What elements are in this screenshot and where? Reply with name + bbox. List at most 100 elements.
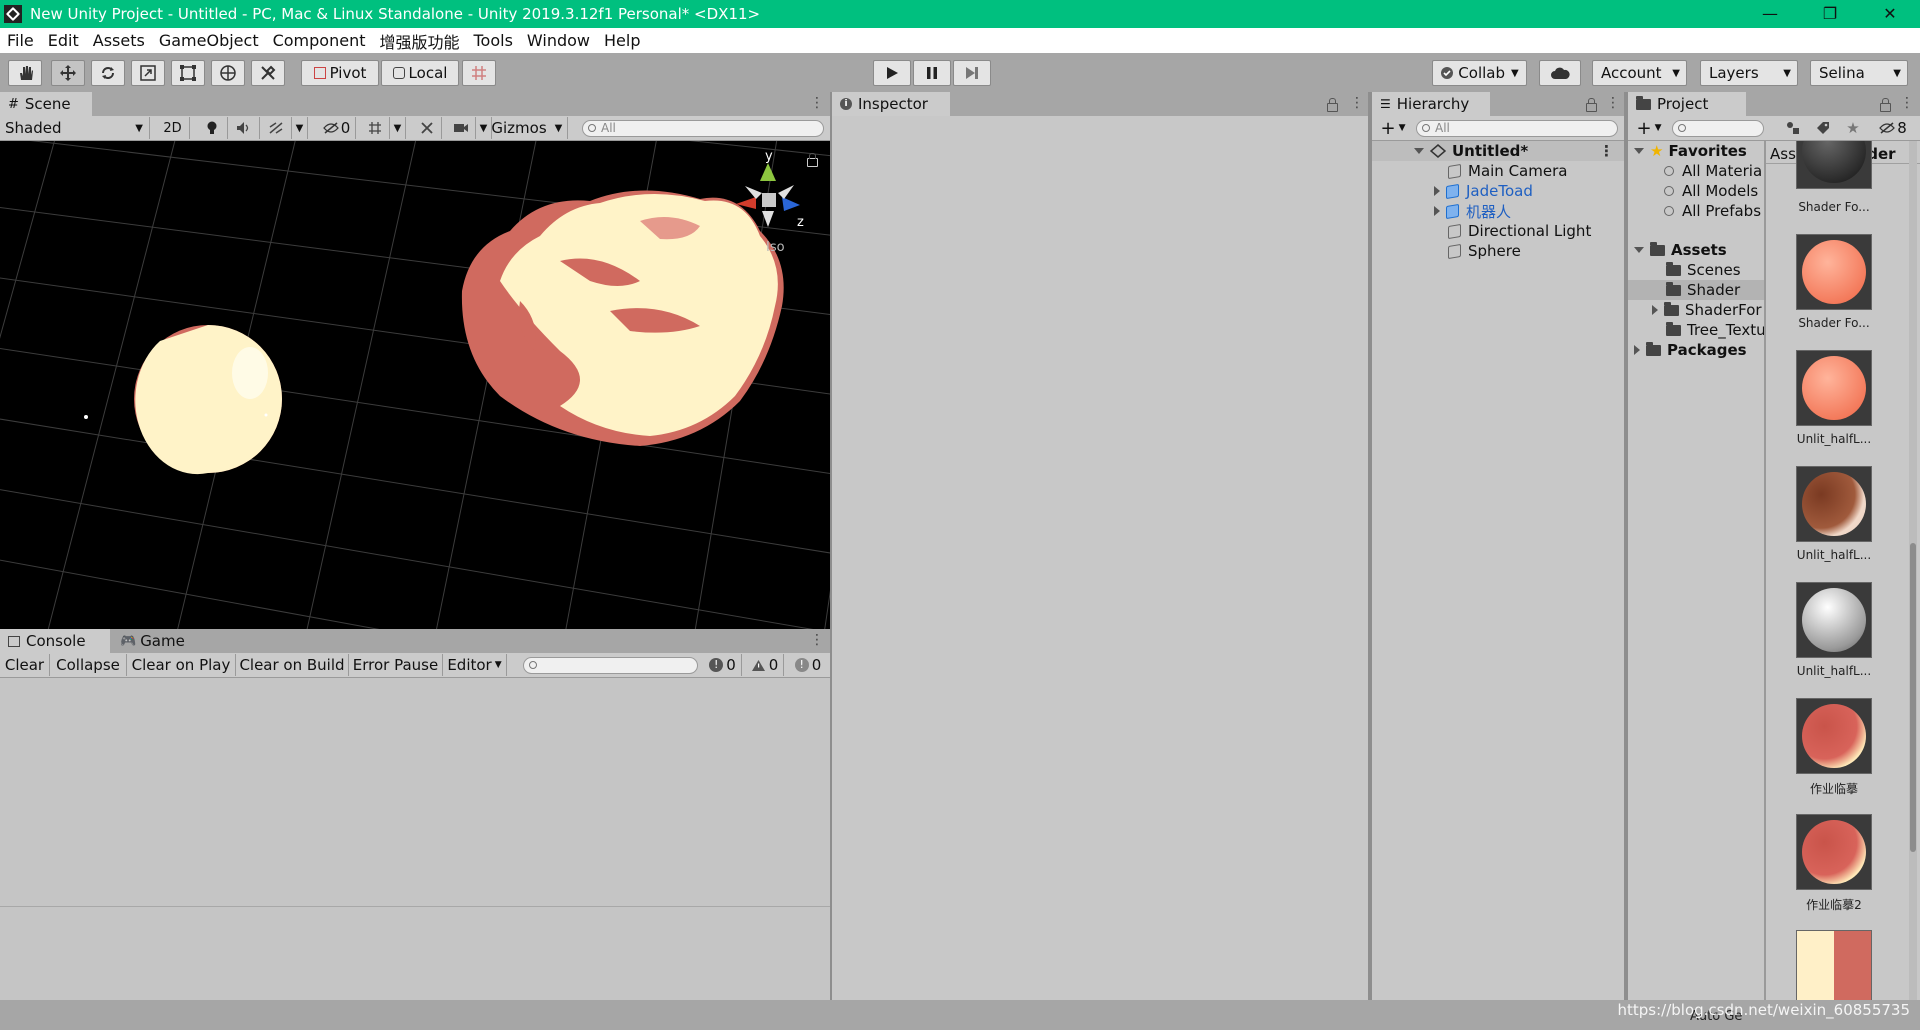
account-dropdown[interactable]: Account ▼ (1592, 60, 1687, 86)
tab-project[interactable]: Project (1628, 92, 1746, 116)
create-dropdown[interactable]: + ▼ (1376, 117, 1410, 139)
scale-tool-button[interactable] (131, 60, 165, 86)
clear-button[interactable]: Clear (0, 654, 50, 676)
asset-thumb-3[interactable] (1796, 466, 1872, 542)
asset-thumb-0[interactable] (1796, 141, 1872, 189)
cloud-button[interactable] (1539, 60, 1581, 86)
project-search-input[interactable] (1672, 120, 1764, 137)
local-toggle-button[interactable]: Local (381, 60, 459, 86)
expand-arrow-icon[interactable] (1414, 148, 1424, 154)
pause-button[interactable] (913, 60, 951, 86)
gizmos-arrow[interactable]: ▼ (550, 117, 568, 139)
transform-tool-button[interactable] (211, 60, 245, 86)
tab-game[interactable]: 🎮 Game (112, 629, 212, 653)
clear-on-play-button[interactable]: Clear on Play (127, 654, 236, 676)
shading-mode-dropdown[interactable]: Shaded ▼ (0, 117, 150, 139)
scene-menu-icon[interactable]: ⋮ (810, 95, 824, 111)
layers-dropdown[interactable]: Layers ▼ (1700, 60, 1798, 86)
asset-thumb-5[interactable] (1796, 698, 1872, 774)
collapse-button[interactable]: Collapse (50, 654, 127, 676)
tab-console[interactable]: Console (0, 629, 110, 653)
folder-shader[interactable]: Shader (1628, 280, 1764, 300)
console-menu-icon[interactable]: ⋮ (810, 632, 824, 648)
jadetoad-object[interactable] (461, 190, 784, 446)
console-search-input[interactable] (523, 657, 698, 674)
inspector-menu-icon[interactable]: ⋮ (1350, 95, 1364, 111)
camera-toggle[interactable] (446, 117, 476, 139)
inspector-lock-icon[interactable] (1327, 98, 1338, 112)
scene-tools-toggle[interactable] (412, 117, 442, 139)
tab-scene[interactable]: # Scene (0, 92, 92, 116)
hierarchy-menu-icon[interactable]: ⋮ (1606, 95, 1620, 111)
expand-arrow-icon[interactable] (1434, 186, 1440, 196)
scrollbar-thumb[interactable] (1910, 543, 1916, 852)
pivot-toggle-button[interactable]: Pivot (301, 60, 379, 86)
scene-row-menu-icon[interactable]: ⋮ (1599, 142, 1614, 160)
lighting-toggle-button[interactable] (196, 117, 228, 139)
hierarchy-item-main-camera[interactable]: Main Camera (1448, 161, 1567, 181)
favorites-node[interactable]: ★ Favorites (1634, 141, 1747, 161)
hierarchy-item-sphere[interactable]: Sphere (1448, 241, 1521, 261)
error-pause-button[interactable]: Error Pause (349, 654, 443, 676)
projection-label[interactable]: Iso (766, 240, 785, 255)
packages-node[interactable]: Packages (1634, 340, 1747, 360)
rect-tool-button[interactable] (171, 60, 205, 86)
folder-scenes[interactable]: Scenes (1666, 260, 1741, 280)
rotate-tool-button[interactable] (91, 60, 125, 86)
favorite-all-prefabs[interactable]: All Prefabs (1664, 201, 1761, 221)
expand-arrow-icon[interactable] (1434, 206, 1440, 216)
folder-tree-textures[interactable]: Tree_Textu (1666, 320, 1764, 340)
scene-root-row[interactable]: Untitled* ⋮ (1372, 141, 1624, 161)
step-button[interactable] (953, 60, 991, 86)
audio-toggle-button[interactable] (228, 117, 260, 139)
menu-help[interactable]: Help (597, 31, 647, 50)
expand-arrow-icon[interactable] (1634, 345, 1640, 355)
hidden-objects-toggle[interactable]: 0 (318, 117, 356, 139)
tab-hierarchy[interactable]: ☰ Hierarchy (1372, 92, 1490, 116)
maximize-button[interactable]: ❐ (1800, 0, 1860, 28)
move-tool-button[interactable] (51, 60, 85, 86)
info-filter-toggle[interactable]: ! 0 (704, 654, 742, 676)
layout-dropdown[interactable]: Selina ▼ (1810, 60, 1908, 86)
favorites-filter-button[interactable]: ★ (1838, 117, 1868, 139)
favorite-all-models[interactable]: All Models (1664, 181, 1758, 201)
scene-search-input[interactable]: All (582, 120, 824, 137)
scene-grid-toggle[interactable] (360, 117, 390, 139)
search-by-type-button[interactable] (1778, 117, 1808, 139)
menu-gameobject[interactable]: GameObject (152, 31, 266, 50)
expand-arrow-icon[interactable] (1634, 247, 1644, 253)
hierarchy-search-input[interactable]: All (1416, 120, 1618, 137)
2d-toggle-button[interactable]: 2D (156, 117, 190, 139)
tab-inspector[interactable]: i Inspector (832, 92, 950, 116)
menu-tools[interactable]: Tools (467, 31, 520, 50)
expand-arrow-icon[interactable] (1634, 148, 1644, 154)
project-scrollbar[interactable] (1909, 141, 1917, 1000)
hierarchy-lock-icon[interactable] (1586, 98, 1597, 112)
favorite-all-materials[interactable]: All Materia (1664, 161, 1762, 181)
asset-thumb-7[interactable] (1796, 930, 1872, 1000)
grid-snap-button[interactable] (462, 60, 496, 86)
hierarchy-item-jadetoad[interactable]: JadeToad (1434, 181, 1533, 201)
hand-tool-button[interactable] (8, 60, 42, 86)
gizmos-dropdown[interactable]: Gizmos (488, 117, 550, 139)
scene-viewport[interactable]: y z Iso (0, 141, 830, 629)
play-button[interactable] (873, 60, 911, 86)
grid-dropdown[interactable]: ▼ (390, 117, 406, 139)
asset-thumb-2[interactable] (1796, 350, 1872, 426)
error-filter-toggle[interactable]: ! 0 (788, 654, 828, 676)
gizmo-lock-icon[interactable] (807, 153, 818, 167)
search-by-label-button[interactable] (1808, 117, 1838, 139)
assets-node[interactable]: Assets (1634, 240, 1727, 260)
asset-thumb-6[interactable] (1796, 814, 1872, 890)
project-menu-icon[interactable]: ⋮ (1900, 95, 1914, 111)
menu-file[interactable]: File (0, 31, 41, 50)
hierarchy-item-directional-light[interactable]: Directional Light (1448, 221, 1591, 241)
menu-assets[interactable]: Assets (86, 31, 152, 50)
effects-toggle-button[interactable] (260, 117, 292, 139)
warning-filter-toggle[interactable]: 0 (746, 654, 784, 676)
menu-window[interactable]: Window (520, 31, 597, 50)
asset-thumb-4[interactable] (1796, 582, 1872, 658)
menu-enhanced[interactable]: 增强版功能 (372, 29, 466, 53)
custom-tool-button[interactable] (251, 60, 285, 86)
asset-thumb-1[interactable] (1796, 234, 1872, 310)
